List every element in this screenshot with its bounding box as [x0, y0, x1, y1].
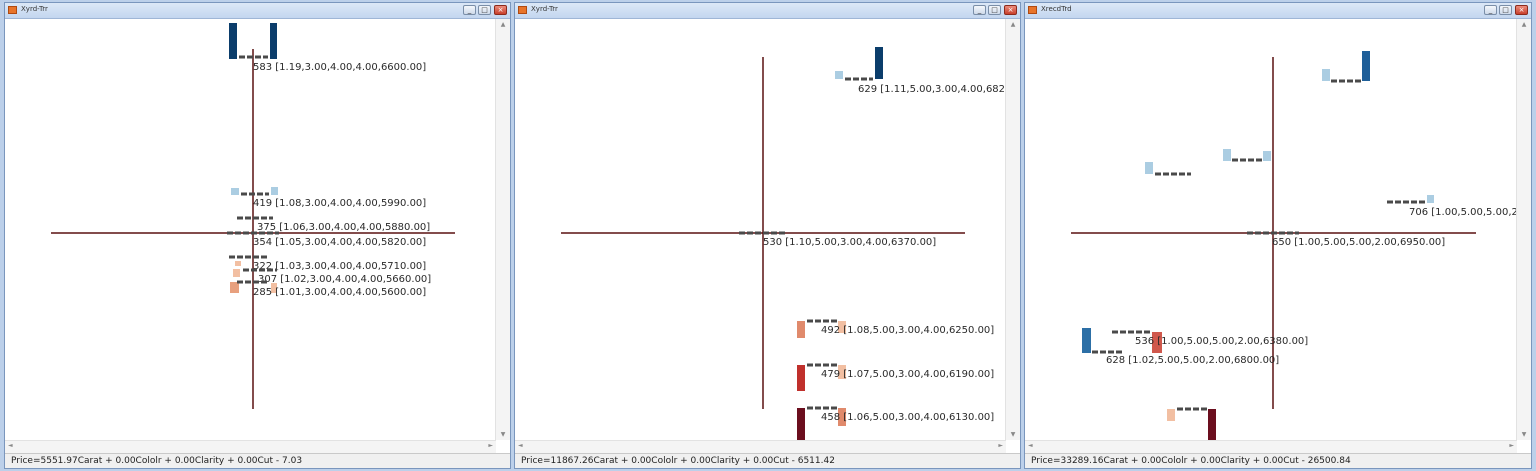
plot-window-3: XrecdTrd _ □ × 706 [1.00,5.00,5.00,2 650… [1024, 2, 1532, 469]
label-479: 479 [1.07,5.00,3.00,4.00,6190.00] [821, 369, 994, 380]
glyph-322[interactable]: 322 [1.03,3.00,4.00,4.00,5710.00] [229, 255, 426, 272]
label-530: 530 [1.10,5.00,3.00,4.00,6370.00] [763, 237, 936, 248]
title-bar[interactable]: XrecdTrd _ □ × [1025, 3, 1531, 19]
scroll-up-arrow[interactable]: ▲ [496, 21, 510, 28]
scroll-left-arrow[interactable]: ◄ [1028, 442, 1033, 449]
glyph-plot: 629 [1.11,5.00,3.00,4.00,6820 530 [1.10,… [561, 47, 1006, 440]
horizontal-scrollbar[interactable]: ◄ ► [515, 440, 1006, 453]
label-458: 458 [1.06,5.00,3.00,4.00,6130.00] [821, 412, 994, 423]
scroll-down-arrow[interactable]: ▼ [496, 431, 510, 438]
title-bar[interactable]: Xyrd-Trr _ □ × [515, 3, 1020, 19]
label-354: 354 [1.05,3.00,4.00,4.00,5820.00] [253, 237, 426, 248]
app-icon [1028, 6, 1037, 14]
regression-formula: Price=11867.26Carat + 0.00Cololr + 0.00C… [521, 456, 835, 466]
label-492: 492 [1.08,5.00,3.00,4.00,6250.00] [821, 325, 994, 336]
status-bar: Price=5551.97Carat + 0.00Cololr + 0.00Cl… [5, 453, 510, 468]
label-650: 650 [1.00,5.00,5.00,2.00,6950.00] [1272, 237, 1445, 248]
glyph-bottom[interactable] [1167, 407, 1216, 440]
glyph-530[interactable]: 530 [1.10,5.00,3.00,4.00,6370.00] [739, 231, 936, 248]
glyph-629[interactable]: 629 [1.11,5.00,3.00,4.00,6820 [835, 47, 1006, 95]
horizontal-scrollbar[interactable]: ◄ ► [5, 440, 496, 453]
status-bar: Price=33289.16Carat + 0.00Cololr + 0.00C… [1025, 453, 1531, 468]
label-285: 285 [1.01,3.00,4.00,4.00,5600.00] [253, 287, 426, 298]
glyph-628[interactable]: 628 [1.02,5.00,5.00,2.00,6800.00] [1082, 328, 1279, 366]
maximize-button[interactable]: □ [988, 5, 1001, 15]
minimize-button[interactable]: _ [463, 5, 476, 15]
scroll-down-arrow[interactable]: ▼ [1006, 431, 1020, 438]
scroll-left-arrow[interactable]: ◄ [518, 442, 523, 449]
glyph-upper-left[interactable] [1145, 162, 1191, 176]
label-536: 536 [1.00,5.00,5.00,2.00,6380.00] [1135, 336, 1308, 347]
minimize-button[interactable]: _ [973, 5, 986, 15]
label-706: 706 [1.00,5.00,5.00,2 [1409, 207, 1517, 218]
glyph-536[interactable]: 536 [1.00,5.00,5.00,2.00,6380.00] [1112, 330, 1308, 353]
close-button[interactable]: × [1515, 5, 1528, 15]
glyph-plot: 706 [1.00,5.00,5.00,2 650 [1.00,5.00,5.0… [1071, 51, 1517, 440]
maximize-button[interactable]: □ [478, 5, 491, 15]
window-title: Xyrd-Trr [531, 5, 558, 13]
status-bar: Price=11867.26Carat + 0.00Cololr + 0.00C… [515, 453, 1020, 468]
label-628: 628 [1.02,5.00,5.00,2.00,6800.00] [1106, 355, 1279, 366]
label-375: 375 [1.06,3.00,4.00,4.00,5880.00] [257, 222, 430, 233]
scroll-up-arrow[interactable]: ▲ [1517, 21, 1531, 28]
window-title: Xyrd-Trr [21, 5, 48, 13]
scroll-right-arrow[interactable]: ► [1509, 442, 1514, 449]
horizontal-scrollbar[interactable]: ◄ ► [1025, 440, 1517, 453]
label-322: 322 [1.03,3.00,4.00,4.00,5710.00] [253, 261, 426, 272]
glyph-458[interactable]: 458 [1.06,5.00,3.00,4.00,6130.00] [797, 406, 994, 440]
vertical-scrollbar[interactable]: ▲ ▼ [1005, 19, 1020, 440]
scroll-right-arrow[interactable]: ► [488, 442, 493, 449]
glyph-upper-middle[interactable] [1223, 149, 1271, 162]
regression-formula: Price=5551.97Carat + 0.00Cololr + 0.00Cl… [11, 456, 303, 466]
title-bar[interactable]: Xyrd-Trr _ □ × [5, 3, 510, 19]
glyph-419[interactable]: 419 [1.08,3.00,4.00,4.00,5990.00] [231, 187, 426, 209]
vertical-scrollbar[interactable]: ▲ ▼ [495, 19, 510, 440]
regression-formula: Price=33289.16Carat + 0.00Cololr + 0.00C… [1031, 456, 1351, 466]
app-icon [8, 6, 17, 14]
app-icon [518, 6, 527, 14]
glyph-plot: 583 [1.19,3.00,4.00,4.00,6600.00] 419 [1… [51, 23, 455, 409]
close-button[interactable]: × [494, 5, 507, 15]
scroll-right-arrow[interactable]: ► [998, 442, 1003, 449]
close-button[interactable]: × [1004, 5, 1017, 15]
vertical-scrollbar[interactable]: ▲ ▼ [1516, 19, 1531, 440]
scroll-up-arrow[interactable]: ▲ [1006, 21, 1020, 28]
glyph-492[interactable]: 492 [1.08,5.00,3.00,4.00,6250.00] [797, 319, 994, 338]
scroll-down-arrow[interactable]: ▼ [1517, 431, 1531, 438]
label-629: 629 [1.11,5.00,3.00,4.00,6820 [858, 84, 1006, 95]
glyph-583[interactable]: 583 [1.19,3.00,4.00,4.00,6600.00] [229, 23, 426, 73]
glyph-375[interactable]: 375 [1.06,3.00,4.00,4.00,5880.00] [237, 216, 430, 233]
label-419: 419 [1.08,3.00,4.00,4.00,5990.00] [253, 198, 426, 209]
label-307: 307 [1.02,3.00,4.00,4.00,5660.00] [258, 274, 431, 285]
scroll-left-arrow[interactable]: ◄ [8, 442, 13, 449]
glyph-650[interactable]: 650 [1.00,5.00,5.00,2.00,6950.00] [1247, 231, 1445, 248]
glyph-479[interactable]: 479 [1.07,5.00,3.00,4.00,6190.00] [797, 363, 994, 391]
glyph-top-right[interactable] [1322, 51, 1370, 83]
glyph-354[interactable]: 354 [1.05,3.00,4.00,4.00,5820.00] [227, 231, 426, 248]
plot-window-2: Xyrd-Trr _ □ × 629 [1.11,5.00,3.00,4.00,… [514, 2, 1021, 469]
glyph-706[interactable]: 706 [1.00,5.00,5.00,2 [1387, 195, 1517, 218]
plot-window-1: Xyrd-Trr _ □ × 583 [1.19,3.00,4.00,4.00,… [4, 2, 511, 469]
minimize-button[interactable]: _ [1484, 5, 1497, 15]
maximize-button[interactable]: □ [1499, 5, 1512, 15]
window-title: XrecdTrd [1041, 5, 1072, 13]
label-583: 583 [1.19,3.00,4.00,4.00,6600.00] [253, 62, 426, 73]
